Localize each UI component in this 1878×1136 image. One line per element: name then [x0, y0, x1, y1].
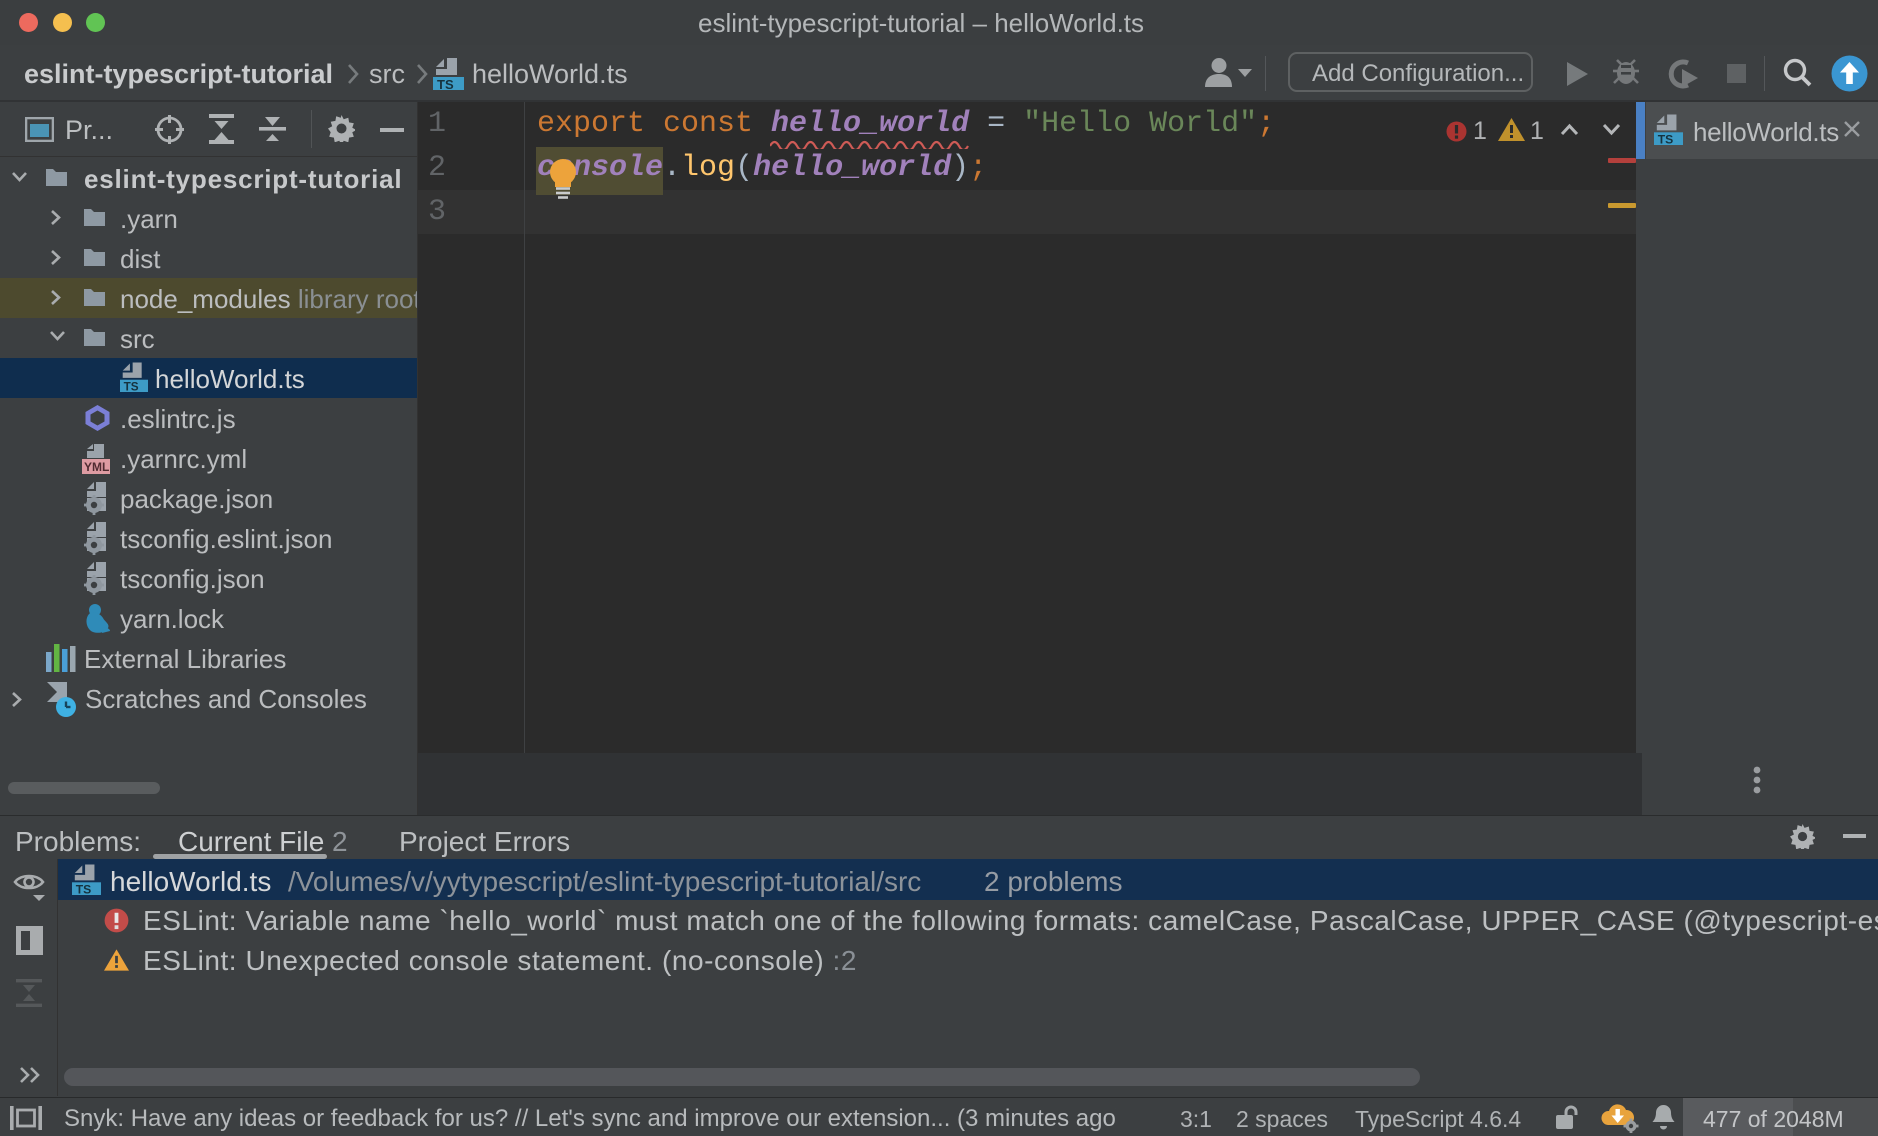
svg-text:TS: TS	[76, 883, 92, 895]
svg-text:TS: TS	[437, 77, 454, 90]
svg-text:YML: YML	[84, 460, 109, 474]
svg-text:TS: TS	[124, 381, 139, 392]
svg-text:TS: TS	[1658, 133, 1674, 145]
